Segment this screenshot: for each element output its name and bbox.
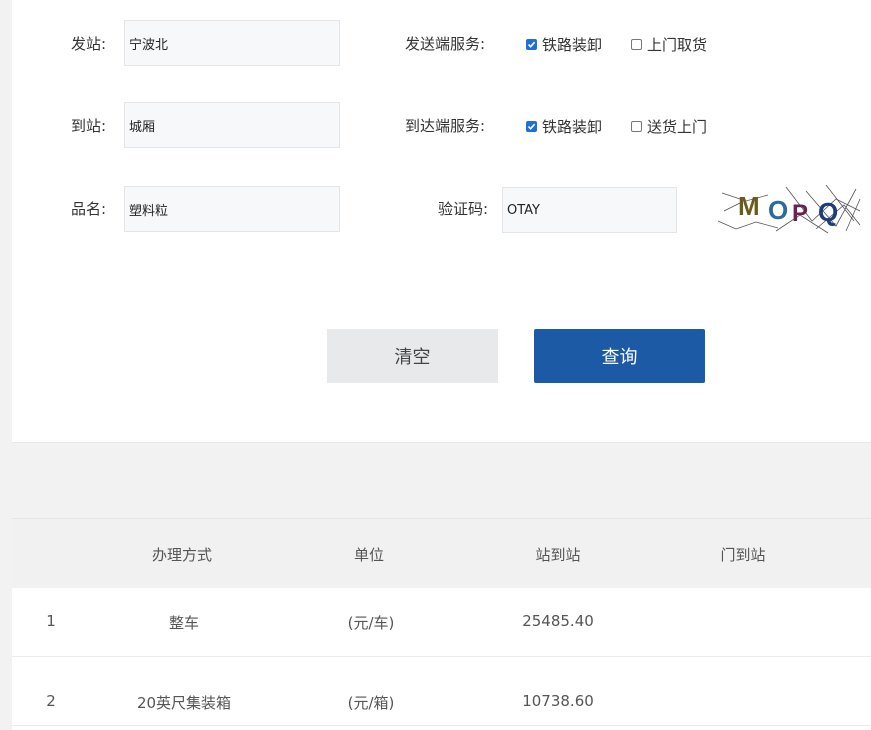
clear-button[interactable]: 清空 — [327, 329, 498, 383]
send-service-label: 发送端服务: — [405, 35, 486, 53]
row-station-to-station: 10738.60 — [522, 692, 594, 710]
checkbox-checked-icon — [526, 120, 537, 132]
captcha-char: M — [738, 191, 760, 221]
header-station-to-station: 站到站 — [535, 546, 581, 564]
row-unit: (元/车) — [347, 614, 395, 632]
row-station-to-station: 25485.40 — [522, 612, 594, 630]
header-method: 办理方式 — [151, 546, 213, 564]
send-pickup-checkbox[interactable]: 上门取货 — [631, 34, 707, 54]
checkbox-checked-icon — [526, 38, 537, 50]
arrive-rail-label: 铁路装卸 — [542, 117, 603, 136]
captcha-image[interactable]: M O P Q — [716, 181, 862, 236]
captcha-char: Q — [818, 197, 838, 227]
captcha-char: O — [768, 195, 788, 225]
arrive-service-label: 到达端服务: — [405, 117, 486, 135]
captcha-label: 验证码: — [438, 200, 489, 218]
captcha-input[interactable] — [502, 187, 677, 233]
checkbox-unchecked-icon — [631, 120, 642, 132]
row-index: 2 — [46, 692, 56, 710]
arrive-delivery-checkbox[interactable]: 送货上门 — [631, 116, 707, 136]
send-rail-label: 铁路装卸 — [542, 35, 603, 54]
dest-station-input[interactable] — [124, 102, 340, 148]
row-unit: (元/箱) — [347, 694, 395, 712]
table-row: 1 整车 (元/车) 25485.40 — [12, 588, 871, 657]
send-rail-checkbox[interactable]: 铁路装卸 — [526, 34, 602, 54]
goods-name-input[interactable] — [124, 186, 340, 232]
arrive-rail-checkbox[interactable]: 铁路装卸 — [526, 116, 602, 136]
table-row: 2 20英尺集装箱 (元/箱) 10738.60 — [12, 657, 871, 726]
row-index: 1 — [46, 612, 56, 630]
captcha-char: P — [792, 200, 808, 227]
origin-station-label: 发站: — [71, 35, 107, 53]
arrive-delivery-label: 送货上门 — [647, 117, 708, 136]
table-header: 办理方式 单位 站到站 门到站 — [12, 518, 871, 588]
row-method: 20英尺集装箱 — [136, 694, 232, 712]
send-pickup-label: 上门取货 — [647, 35, 708, 54]
results-table: 办理方式 单位 站到站 门到站 1 整车 (元/车) 25485.40 2 20… — [12, 518, 871, 730]
checkbox-unchecked-icon — [631, 38, 642, 50]
origin-station-input[interactable] — [124, 20, 340, 66]
header-unit: 单位 — [353, 546, 385, 564]
query-button[interactable]: 查询 — [534, 329, 705, 383]
dest-station-label: 到站: — [71, 117, 107, 135]
goods-name-label: 品名: — [71, 200, 107, 218]
header-door-to-station: 门到站 — [720, 546, 766, 564]
row-method: 整车 — [168, 614, 200, 632]
